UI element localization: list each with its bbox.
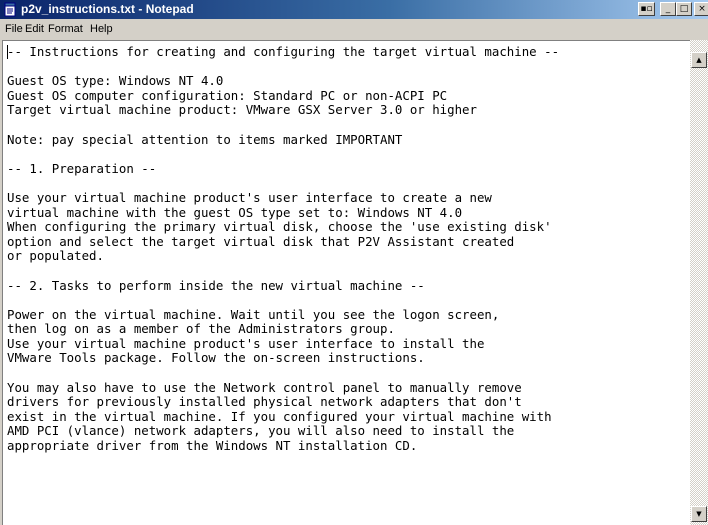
maximize-button[interactable]: □ [676,2,692,16]
text-edit-area[interactable]: -- Instructions for creating and configu… [2,40,690,525]
menu-format[interactable]: Format [48,23,83,35]
system-icon-button[interactable]: ▪▫ [638,2,655,16]
menu-help[interactable]: Help [90,23,113,35]
notepad-icon [4,2,16,17]
scroll-down-icon[interactable]: ▼ [691,506,707,522]
menu-edit[interactable]: Edit [25,23,44,35]
text-caret [7,45,8,59]
notepad-window: p2v_instructions.txt - Notepad ▪▫ _ □ × … [0,0,708,525]
document-text[interactable]: -- Instructions for creating and configu… [7,44,559,454]
close-button[interactable]: × [694,2,708,16]
title-bar[interactable]: p2v_instructions.txt - Notepad ▪▫ _ □ × [0,0,708,19]
menu-bar: File Edit Format Help [0,19,708,38]
minimize-button[interactable]: _ [660,2,676,16]
vertical-scrollbar[interactable]: ▲ ▼ [690,40,708,525]
menu-file[interactable]: File [5,23,23,35]
scroll-up-icon[interactable]: ▲ [691,52,707,68]
window-title: p2v_instructions.txt - Notepad [21,2,194,16]
